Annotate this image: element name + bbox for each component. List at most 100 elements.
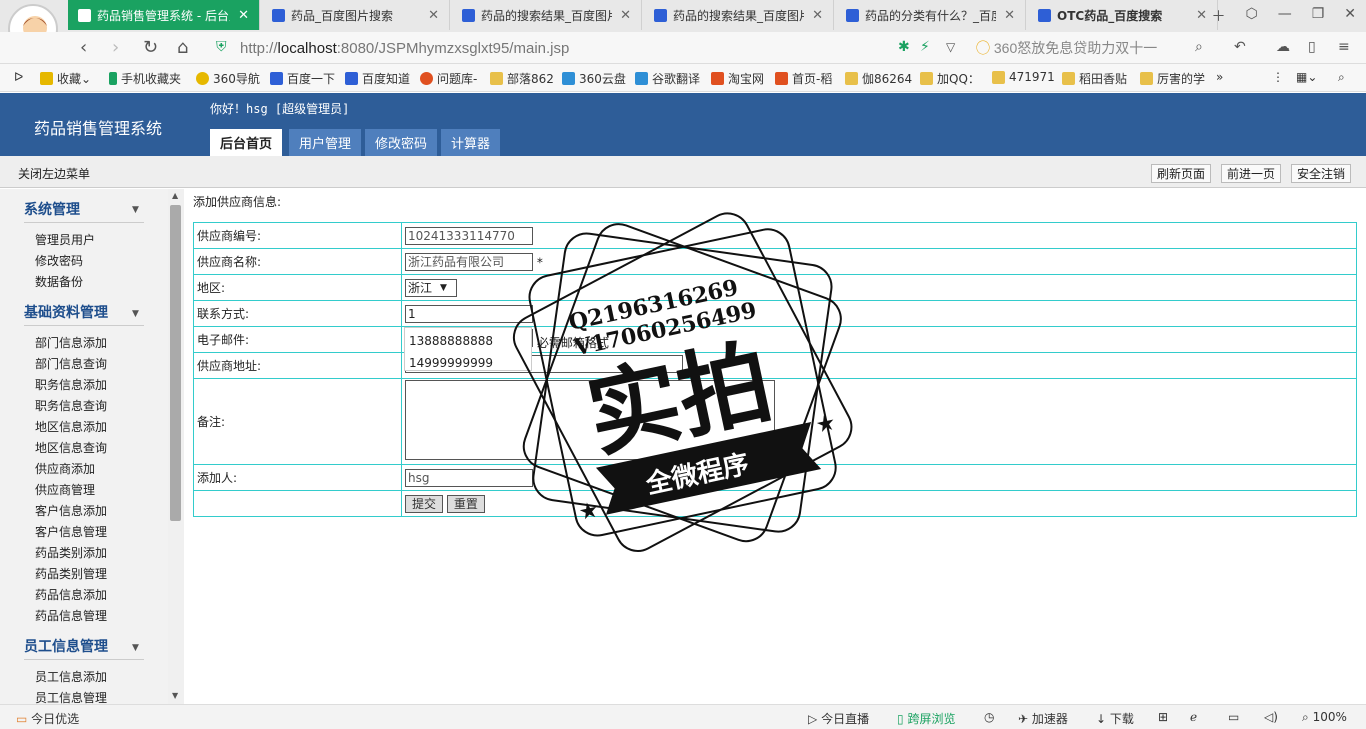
contact-input[interactable]: 1: [405, 304, 533, 323]
tab-2[interactable]: 药品的搜索结果_百度图片 ✕: [452, 0, 642, 30]
bookmark-item[interactable]: 百度一下: [270, 70, 335, 87]
url-field[interactable]: http://localhost:8080/JSPMhymzxsglxt95/m…: [240, 36, 1010, 60]
tab-1[interactable]: 药品_百度图片搜索 ✕: [262, 0, 450, 30]
sidebar-item-change-password[interactable]: 修改密码: [35, 252, 83, 269]
region-select[interactable]: 浙江 ▼: [405, 278, 457, 297]
remark-textarea[interactable]: [405, 380, 775, 460]
accelerator-button[interactable]: ✈ 加速器: [1018, 710, 1068, 727]
tab-5[interactable]: OTC药品_百度搜索 ✕: [1028, 0, 1218, 30]
apps-grid-icon[interactable]: ▦⌄: [1296, 70, 1317, 84]
close-window-icon[interactable]: ✕: [1344, 6, 1356, 26]
supplier-name-input[interactable]: 浙江药品有限公司: [405, 252, 533, 271]
sidebar-item[interactable]: 药品类别添加: [35, 544, 107, 561]
volume-icon[interactable]: ◁): [1264, 710, 1278, 724]
sidebar-item[interactable]: 职务信息添加: [35, 376, 107, 393]
zoom-search-icon[interactable]: ⌕: [1338, 70, 1345, 85]
bookmark-item[interactable]: 471971: [992, 70, 1055, 84]
bookmark-item[interactable]: 收藏 ⌄: [40, 70, 91, 87]
logout-button[interactable]: 安全注销: [1291, 164, 1352, 183]
scroll-up-icon[interactable]: ▲: [172, 191, 178, 200]
back-icon[interactable]: ‹: [80, 37, 87, 58]
bookmark-item[interactable]: 360导航: [196, 70, 260, 87]
reload-icon[interactable]: ↻: [143, 37, 158, 58]
nav-home[interactable]: 后台首页: [210, 129, 283, 156]
new-tab-icon[interactable]: ＋: [1211, 6, 1225, 26]
lightning-icon[interactable]: ⚡: [920, 39, 930, 55]
bookmark-item[interactable]: 部落862: [490, 70, 554, 87]
maximize-icon[interactable]: ❐: [1312, 6, 1325, 26]
sidebar-item[interactable]: 客户信息添加: [35, 502, 107, 519]
forward-icon[interactable]: ›: [112, 37, 119, 58]
bookmark-item[interactable]: 谷歌翻译: [635, 70, 700, 87]
live-button[interactable]: ▷ 今日直播: [808, 710, 869, 727]
sidebar-item[interactable]: 职务信息查询: [35, 397, 107, 414]
layout-icon[interactable]: ⊞: [1158, 710, 1168, 724]
bookmark-item[interactable]: 厉害的学: [1140, 70, 1205, 87]
nav-change-password[interactable]: 修改密码: [365, 129, 438, 156]
bookmark-item[interactable]: 稻田香贴: [1062, 70, 1127, 87]
scrollbar-thumb[interactable]: [170, 205, 181, 521]
submit-button[interactable]: 提交: [405, 494, 444, 513]
more-bookmarks-icon[interactable]: »: [1216, 70, 1223, 84]
supplier-no-input[interactable]: 10241333114770: [405, 226, 533, 245]
sidebar-item[interactable]: 药品类别管理: [35, 565, 107, 582]
ie-icon[interactable]: ℯ: [1190, 710, 1197, 724]
sidebar-item[interactable]: 部门信息添加: [35, 334, 107, 351]
sidebar-item[interactable]: 药品信息管理: [35, 607, 107, 624]
more-vertical-icon[interactable]: ⋮: [1272, 70, 1284, 84]
forward-page-button[interactable]: 前进一页: [1221, 164, 1282, 183]
nav-calculator[interactable]: 计算器: [441, 129, 501, 156]
collapse-arrow-icon[interactable]: ▼: [132, 205, 139, 215]
search-input[interactable]: ◯ 360怒放免息贷助力双十一: [976, 38, 1212, 58]
download-button[interactable]: ↓ 下载: [1096, 710, 1134, 727]
close-icon[interactable]: ✕: [812, 8, 823, 23]
minimize-icon[interactable]: —: [1278, 6, 1292, 26]
tab-0[interactable]: 药品销售管理系统 - 后台主 ✕: [68, 0, 260, 30]
sidebar-item[interactable]: 地区信息查询: [35, 439, 107, 456]
sidebar-item-data-backup[interactable]: 数据备份: [35, 273, 83, 290]
sidebar-group-basic-data[interactable]: 基础资料管理: [24, 302, 144, 326]
sidebar-item-admin-users[interactable]: 管理员用户: [35, 231, 95, 248]
sidebar-item[interactable]: 部门信息查询: [35, 355, 107, 372]
menu-icon[interactable]: ≡: [1338, 39, 1350, 55]
zoom-indicator[interactable]: ⌕ 100%: [1302, 710, 1347, 725]
sidebar-item[interactable]: 员工信息添加: [35, 668, 107, 685]
sidebar-group-staff[interactable]: 员工信息管理: [24, 636, 144, 660]
today-picks[interactable]: ▭ 今日优选: [16, 710, 79, 727]
chevron-down-icon[interactable]: ▽: [946, 40, 955, 54]
collapse-arrow-icon[interactable]: ▼: [132, 309, 139, 319]
close-left-menu-link[interactable]: 关闭左边菜单: [18, 165, 90, 182]
reader-icon[interactable]: ▯: [1308, 39, 1316, 55]
history-icon[interactable]: ◷: [984, 710, 994, 724]
restore-tabs-icon[interactable]: ⬡: [1245, 6, 1257, 26]
tab-3[interactable]: 药品的搜索结果_百度图片 ✕: [644, 0, 834, 30]
tab-4[interactable]: 药品的分类有什么？_百度 ✕: [836, 0, 1026, 30]
sidebar-scrollbar[interactable]: ▲ ▼: [168, 189, 184, 704]
bookmark-item[interactable]: 百度知道: [345, 70, 410, 87]
home-icon[interactable]: ⌂: [177, 37, 188, 58]
close-icon[interactable]: ✕: [1004, 8, 1015, 23]
nav-user-management[interactable]: 用户管理: [289, 129, 362, 156]
speed-icon[interactable]: ✱: [898, 39, 910, 55]
scroll-down-icon[interactable]: ▼: [172, 691, 178, 700]
bookmark-item[interactable]: 问题库-: [420, 70, 477, 87]
autocomplete-option[interactable]: 13888888888: [409, 330, 527, 352]
bookmark-item[interactable]: 360云盘: [562, 70, 626, 87]
close-icon[interactable]: ✕: [1196, 8, 1207, 23]
bookmark-item[interactable]: 淘宝网: [711, 70, 764, 87]
collapse-arrow-icon[interactable]: ▼: [132, 643, 139, 653]
sidebar-item[interactable]: 供应商添加: [35, 460, 95, 477]
bookmark-item[interactable]: 手机收藏夹: [109, 70, 181, 87]
sidebar-item[interactable]: 地区信息添加: [35, 418, 107, 435]
bookmark-item[interactable]: 加QQ：: [920, 70, 980, 87]
bookmark-item[interactable]: 伽86264: [845, 70, 912, 87]
undo-icon[interactable]: ↶: [1234, 39, 1246, 55]
sidebar-toggle-icon[interactable]: ᐅ: [14, 70, 23, 84]
search-icon[interactable]: ⌕: [1195, 39, 1203, 55]
refresh-page-button[interactable]: 刷新页面: [1151, 164, 1212, 183]
sidebar-group-system[interactable]: 系统管理: [24, 199, 144, 223]
sidebar-item[interactable]: 员工信息管理: [35, 689, 107, 704]
reset-button[interactable]: 重置: [446, 494, 485, 513]
sidebar-item[interactable]: 供应商管理: [35, 481, 95, 498]
autocomplete-option[interactable]: 14999999999: [409, 352, 527, 374]
